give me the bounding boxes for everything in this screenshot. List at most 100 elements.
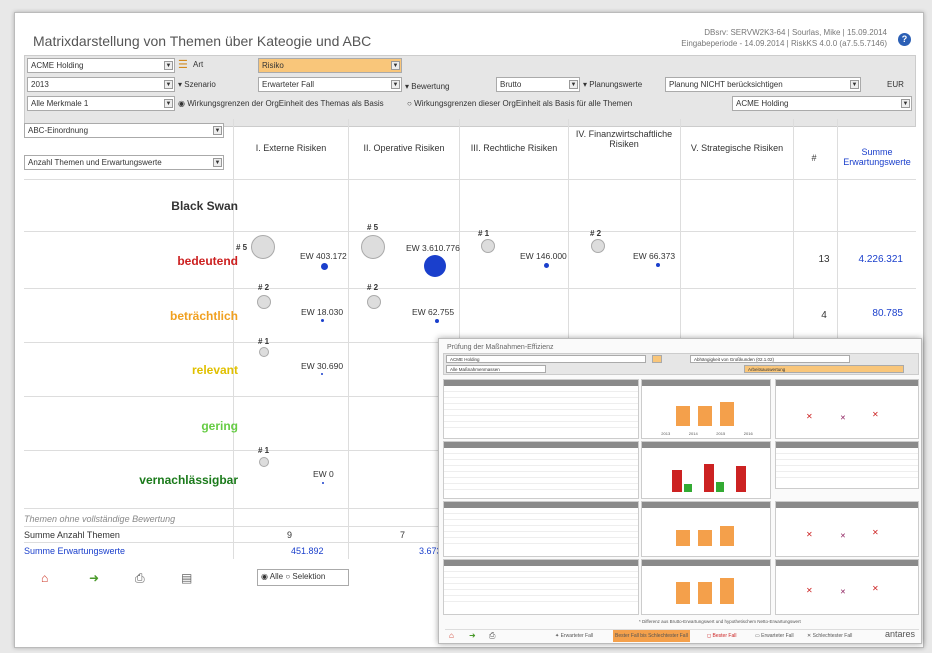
forward-icon[interactable]: ➜ — [89, 571, 99, 585]
mini-table-1 — [443, 379, 639, 439]
ew-dot[interactable] — [321, 319, 324, 322]
row-count: 13 — [818, 254, 830, 265]
popup-org-select[interactable]: ACME Holding — [446, 355, 646, 363]
print-icon[interactable]: ⎙ — [489, 630, 495, 642]
ew-label: EW 18.030 — [301, 307, 344, 317]
mini-chart-4 — [641, 501, 771, 557]
home-icon[interactable]: ⌂ — [41, 571, 48, 585]
session-info: DBsrv: SERVW2K3-64 | Sourlas, Mike | 15.… — [681, 27, 887, 49]
anzahl-select[interactable]: Anzahl Themen und Erwartungswerte ▼ — [24, 155, 224, 170]
anzahl-operative: 7 — [400, 530, 406, 540]
ew-dot[interactable] — [424, 255, 446, 277]
summe-anzahl-label: Summe Anzahl Themen — [24, 530, 120, 540]
chevron-down-icon: ▼ — [569, 80, 578, 89]
org2-select[interactable]: ACME Holding ▼ — [732, 96, 912, 111]
szenario-select[interactable]: Erwarteter Fall ▼ — [258, 77, 402, 92]
risk-bubble[interactable] — [259, 457, 269, 467]
year-select[interactable]: 2013 ▼ — [27, 77, 175, 92]
count-tag: # 1 — [258, 446, 270, 455]
hierarchy-icon[interactable]: ☰ — [178, 58, 188, 71]
chevron-down-icon: ▼ — [850, 80, 859, 89]
row-sum: 80.785 — [872, 308, 903, 319]
chevron-down-icon: ▼ — [164, 61, 173, 70]
ew-label: EW 62.755 — [412, 307, 455, 317]
export-icon[interactable]: ▤ — [181, 571, 192, 585]
ew-dot[interactable] — [544, 263, 549, 268]
row-label-vernachlaessigbar: vernachlässigbar — [139, 473, 238, 487]
count-tag: # 1 — [258, 337, 270, 346]
planungswerte-select[interactable]: Planung NICHT berücksichtigen ▼ — [665, 77, 861, 92]
art-select[interactable]: Risiko ▼ — [258, 58, 402, 73]
grid-line — [24, 342, 454, 343]
ew-dot[interactable] — [435, 319, 439, 323]
popup-toolbar: ACME Holding Abhängigkeit von Großkunden… — [443, 353, 919, 375]
home-icon[interactable]: ⌂ — [449, 630, 454, 642]
grid-line — [24, 231, 916, 232]
ew-dot[interactable] — [322, 482, 324, 484]
forward-icon[interactable]: ➜ — [469, 630, 476, 642]
risk-bubble[interactable] — [367, 295, 381, 309]
row-label-gering: gering — [201, 419, 238, 433]
grid-line — [568, 119, 569, 339]
legend-erwartet-2: ▭ Erwarteter Fall — [755, 633, 794, 639]
grid-line — [24, 179, 916, 180]
ohne-bewertung-label: Themen ohne vollständige Bewertung — [24, 514, 176, 524]
ew-dot[interactable] — [656, 263, 660, 267]
szenario-label: ▾ Szenario — [178, 80, 216, 89]
merkmale-select[interactable]: Alle Merkmale 1 ▼ — [27, 96, 175, 111]
col-header-externe: I. Externe Risiken — [255, 143, 327, 153]
mini-chart-1: 2013 2014 2015 2016 — [641, 379, 771, 439]
popup-massnahme-select[interactable]: Alle Maßnahmenmassen — [446, 365, 546, 373]
mini-chart-3 — [641, 441, 771, 499]
risk-bubble[interactable] — [481, 239, 495, 253]
ew-externe: 451.892 — [291, 546, 324, 556]
row-sum: 4.226.321 — [858, 254, 904, 265]
chevron-down-icon: ▼ — [213, 158, 222, 167]
mini-table-3 — [775, 441, 919, 489]
count-tag: # 5 — [236, 243, 248, 252]
help-icon[interactable]: ? — [898, 33, 911, 46]
popup-legend: ⌂ ➜ ⎙ ✦ Erwarteter Fall Bester Fall bis … — [445, 629, 919, 642]
col-header-count: # — [811, 153, 817, 163]
bewertung-select[interactable]: Brutto ▼ — [496, 77, 580, 92]
mini-table-5 — [443, 559, 639, 615]
risk-bubble[interactable] — [361, 235, 385, 259]
legend-erwartet: ✦ Erwarteter Fall — [555, 633, 594, 639]
chevron-down-icon: ▼ — [164, 99, 173, 108]
radio-orgeinheit-basis[interactable]: ○ Wirkungsgrenzen dieser OrgEinheit als … — [407, 99, 632, 108]
grid-line — [793, 119, 794, 339]
risk-bubble[interactable] — [591, 239, 605, 253]
radio-orgeinheit-thema[interactable]: ◉ Wirkungsgrenzen der OrgEinheit des The… — [178, 99, 384, 108]
anzahl-externe: 9 — [287, 530, 293, 540]
abc-select[interactable]: ABC-Einordnung ▼ — [24, 123, 224, 138]
mini-table-4 — [443, 501, 639, 557]
legend-schlechtester: ✕ Schlechtester Fall — [807, 633, 853, 639]
grid-line — [24, 526, 454, 527]
popup-risiko-select[interactable]: Abhängigkeit von Großkunden (02.1.02) — [690, 355, 850, 363]
radio-alle[interactable]: ◉ Alle — [261, 572, 283, 581]
chevron-down-icon: ▼ — [391, 61, 400, 70]
count-tag: # 5 — [367, 223, 379, 232]
ew-dot[interactable] — [321, 373, 323, 375]
popup-hierarchy-icon[interactable] — [652, 355, 662, 363]
mini-chart-6 — [641, 559, 771, 615]
grid-line — [24, 396, 454, 397]
count-tag: # 1 — [478, 229, 490, 238]
risk-bubble[interactable] — [251, 235, 275, 259]
radio-selektion[interactable]: ○ Selektion — [285, 572, 325, 581]
mini-chart-2: ✕ ✕ ✕ — [775, 379, 919, 439]
risk-bubble[interactable] — [259, 347, 269, 357]
risk-bubble[interactable] — [257, 295, 271, 309]
org-select[interactable]: ACME Holding ▼ — [27, 58, 175, 73]
ew-dot[interactable] — [321, 263, 328, 270]
legend-bester: ◻ Bester Fall — [707, 633, 737, 639]
print-icon[interactable]: ⎙ — [135, 571, 145, 586]
ew-label: EW 403.172 — [300, 251, 347, 261]
row-label-bedeutend: bedeutend — [177, 254, 238, 268]
row-label-relevant: relevant — [191, 363, 238, 377]
antares-logo: antares — [884, 629, 915, 639]
popup-filter-select[interactable]: Arbeitsauswertung — [744, 365, 904, 373]
summe-ew-label: Summe Erwartungswerte — [24, 546, 126, 556]
col-header-strategische: V. Strategische Risiken — [690, 143, 784, 153]
grid-line — [348, 119, 349, 559]
